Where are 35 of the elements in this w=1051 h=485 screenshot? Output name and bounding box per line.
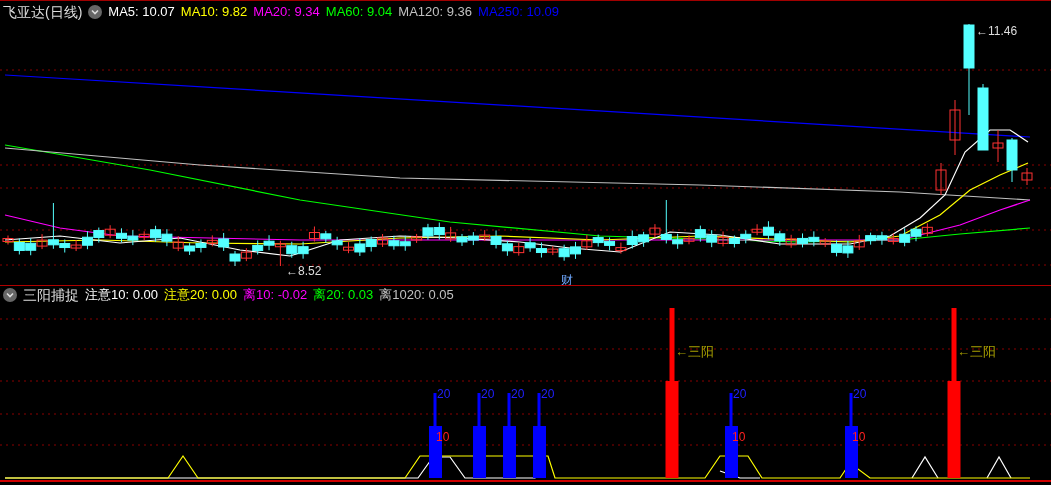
indicator-legend-value: 离20: 0.03: [313, 286, 374, 305]
signal-label: ←三阳: [675, 344, 714, 359]
ma-legend-value: MA60: 9.04: [325, 3, 393, 22]
signal-label: ←三阳: [957, 344, 996, 359]
signal-bar: [473, 426, 486, 478]
indicator-title: 三阳捕捉: [23, 285, 79, 305]
ma-legend-value: MA20: 9.34: [253, 3, 320, 22]
ma-legend-value: MA120: 9.36: [398, 3, 473, 22]
signal-bar-stem: [507, 393, 511, 426]
indicator-legend-value: 离10: -0.02: [243, 286, 308, 305]
signal-bar-stem: [477, 393, 481, 426]
signal-label: 20: [437, 387, 451, 401]
ma-legend-value: MA5: 10.07: [108, 3, 175, 22]
signal-label: 20: [733, 387, 747, 401]
signal-bar: [533, 426, 546, 478]
ma-legend-value: MA250: 10.09: [478, 3, 559, 22]
stock-title: 飞亚达(日线): [3, 2, 83, 22]
ma-legend-value: MA10: 9.82: [180, 3, 248, 22]
signal-label: 20: [541, 387, 555, 401]
signal-bar-stem: [433, 393, 437, 426]
high-price-label: ←11.46: [976, 24, 1018, 38]
signal-label: 20: [511, 387, 525, 401]
indicator-legend-value: 离1020: 0.05: [379, 286, 454, 305]
signal-label: 20: [481, 387, 495, 401]
signal-bar-stem: [729, 393, 733, 426]
dropdown-icon[interactable]: [88, 5, 103, 19]
event-marker: 财: [561, 273, 573, 285]
signal-bar: [503, 426, 516, 478]
signal-bar-stem: [849, 393, 853, 426]
indicator-legend-value: 注意20: 0.00: [164, 286, 237, 305]
indicator-legend-value: 注意10: 0.00: [85, 286, 158, 305]
dropdown-icon[interactable]: [3, 288, 17, 302]
low-price-label: ←8.52: [286, 264, 322, 278]
signal-label: 20: [853, 387, 867, 401]
signal-bar-stem: [537, 393, 541, 426]
